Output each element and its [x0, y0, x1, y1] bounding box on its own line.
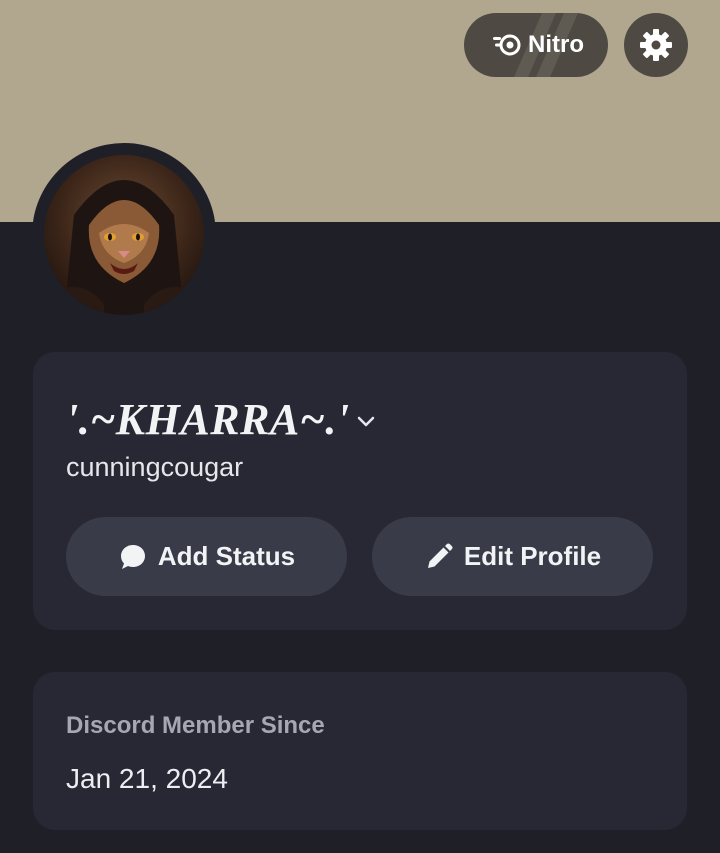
profile-page: Nitro '.~KHARRA~.' cunningcougar Add Sta…	[0, 0, 720, 853]
member-since-card: Discord Member Since Jan 21, 2024	[33, 672, 687, 830]
gear-icon	[639, 28, 673, 62]
nitro-button[interactable]: Nitro	[464, 13, 608, 77]
nitro-label: Nitro	[528, 31, 584, 58]
settings-button[interactable]	[624, 13, 688, 77]
chevron-down-icon[interactable]	[356, 415, 376, 429]
edit-profile-button[interactable]: Edit Profile	[372, 517, 653, 596]
pencil-icon	[424, 542, 454, 572]
add-status-label: Add Status	[157, 541, 296, 571]
nitro-icon	[492, 32, 522, 58]
add-status-button[interactable]: Add Status	[66, 517, 347, 596]
avatar[interactable]	[44, 155, 204, 315]
display-name: '.~KHARRA~.'	[66, 395, 350, 444]
display-name-row[interactable]: '.~KHARRA~.'	[66, 394, 376, 445]
profile-card: '.~KHARRA~.' cunningcougar Add Status Ed…	[33, 352, 687, 630]
speech-bubble-icon	[118, 542, 148, 572]
username: cunningcougar	[66, 452, 244, 482]
member-since-date: Jan 21, 2024	[66, 763, 228, 794]
edit-profile-label: Edit Profile	[463, 541, 602, 571]
member-since-label: Discord Member Since	[66, 712, 325, 739]
